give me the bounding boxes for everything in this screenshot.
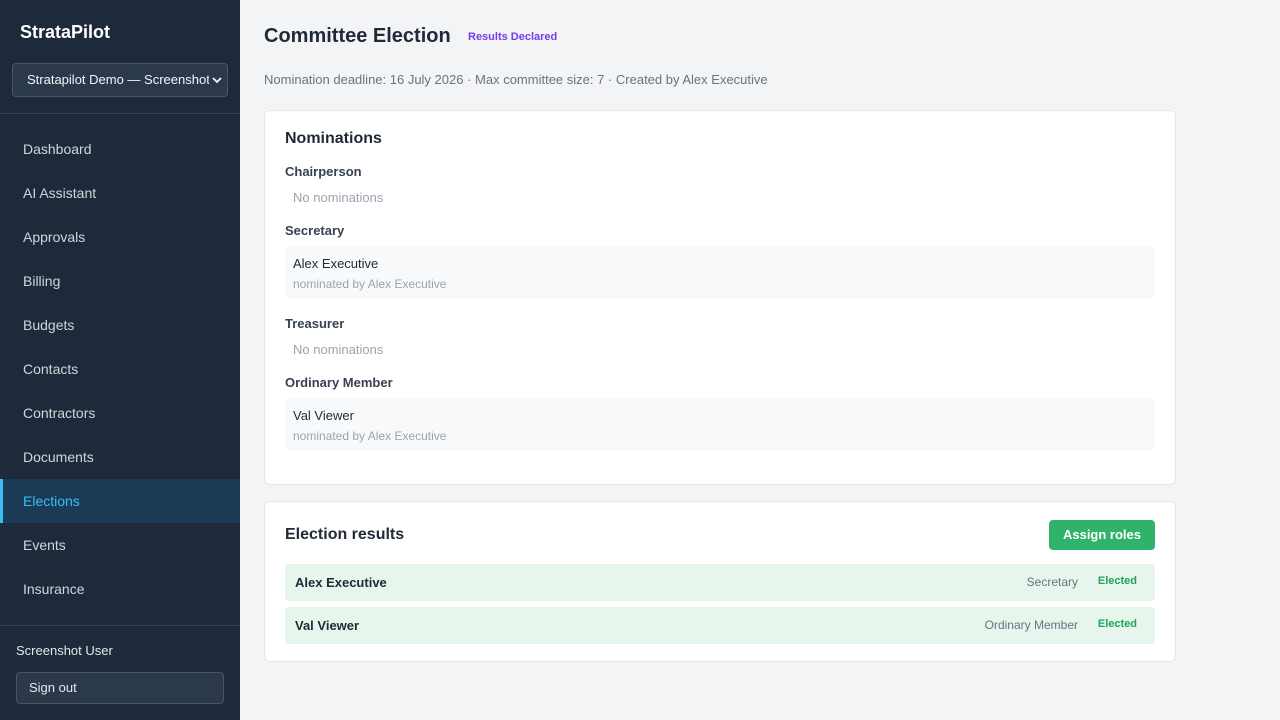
nominated-by-text: nominated by Alex Executive xyxy=(293,429,447,443)
election-meta: Nomination deadline: 16 July 2026 · Max … xyxy=(264,72,768,87)
sidebar-item-documents[interactable]: Documents xyxy=(0,435,240,479)
nominee-name: Val Viewer xyxy=(293,408,354,423)
elected-status-badge: Elected xyxy=(1097,618,1137,630)
sidebar-nav: Dashboard AI Assistant Approvals Billing… xyxy=(0,127,240,611)
status-badge: Results Declared xyxy=(468,31,558,43)
sidebar-divider xyxy=(0,625,240,626)
role-heading-treasurer: Treasurer xyxy=(285,316,345,331)
assign-roles-button[interactable]: Assign roles xyxy=(1048,520,1155,550)
result-role: Secretary xyxy=(1026,575,1078,589)
nomination-item: Alex Executive nominated by Alex Executi… xyxy=(285,247,1155,299)
sidebar-item-approvals[interactable]: Approvals xyxy=(0,215,240,259)
sidebar-item-contractors[interactable]: Contractors xyxy=(0,391,240,435)
sign-out-button[interactable]: Sign out xyxy=(16,672,224,704)
current-user-name: Screenshot User xyxy=(16,643,113,658)
result-row: Alex Executive Secretary Elected xyxy=(285,564,1155,601)
elected-status-badge: Elected xyxy=(1097,575,1137,587)
result-candidate-name: Val Viewer xyxy=(295,618,360,633)
nominations-card: Nominations Chairperson No nominations S… xyxy=(264,110,1176,485)
nominated-by-text: nominated by Alex Executive xyxy=(293,277,447,291)
nomination-item: Val Viewer nominated by Alex Executive xyxy=(285,399,1155,451)
sidebar-item-ai-assistant[interactable]: AI Assistant xyxy=(0,171,240,215)
organization-select-value: Stratapilot Demo — Screenshot xyxy=(27,72,210,87)
result-row: Val Viewer Ordinary Member Elected xyxy=(285,607,1155,644)
result-candidate-name: Alex Executive xyxy=(295,575,387,590)
role-heading-chairperson: Chairperson xyxy=(285,164,362,179)
sidebar-item-insurance[interactable]: Insurance xyxy=(0,567,240,611)
sidebar-divider xyxy=(0,113,240,114)
sidebar-item-budgets[interactable]: Budgets xyxy=(0,303,240,347)
no-nominations-text: No nominations xyxy=(293,190,384,205)
sidebar: StrataPilot Stratapilot Demo — Screensho… xyxy=(0,0,240,720)
sidebar-item-billing[interactable]: Billing xyxy=(0,259,240,303)
brand-logo: StrataPilot xyxy=(20,22,111,42)
page-title: Committee Election xyxy=(264,25,451,47)
election-results-card: Election results Assign roles Alex Execu… xyxy=(264,501,1176,662)
nominee-name: Alex Executive xyxy=(293,256,379,271)
no-nominations-text: No nominations xyxy=(293,342,384,357)
role-heading-ordinary-member: Ordinary Member xyxy=(285,375,393,390)
sidebar-item-dashboard[interactable]: Dashboard xyxy=(0,127,240,171)
role-heading-secretary: Secretary xyxy=(285,223,345,238)
nominations-title: Nominations xyxy=(285,130,382,147)
organization-select[interactable]: Stratapilot Demo — Screenshot xyxy=(12,63,228,97)
result-role: Ordinary Member xyxy=(984,618,1078,632)
election-results-title: Election results xyxy=(285,526,405,543)
chevron-down-icon xyxy=(209,64,223,96)
sidebar-item-events[interactable]: Events xyxy=(0,523,240,567)
sidebar-item-elections[interactable]: Elections xyxy=(0,479,240,523)
sidebar-item-contacts[interactable]: Contacts xyxy=(0,347,240,391)
